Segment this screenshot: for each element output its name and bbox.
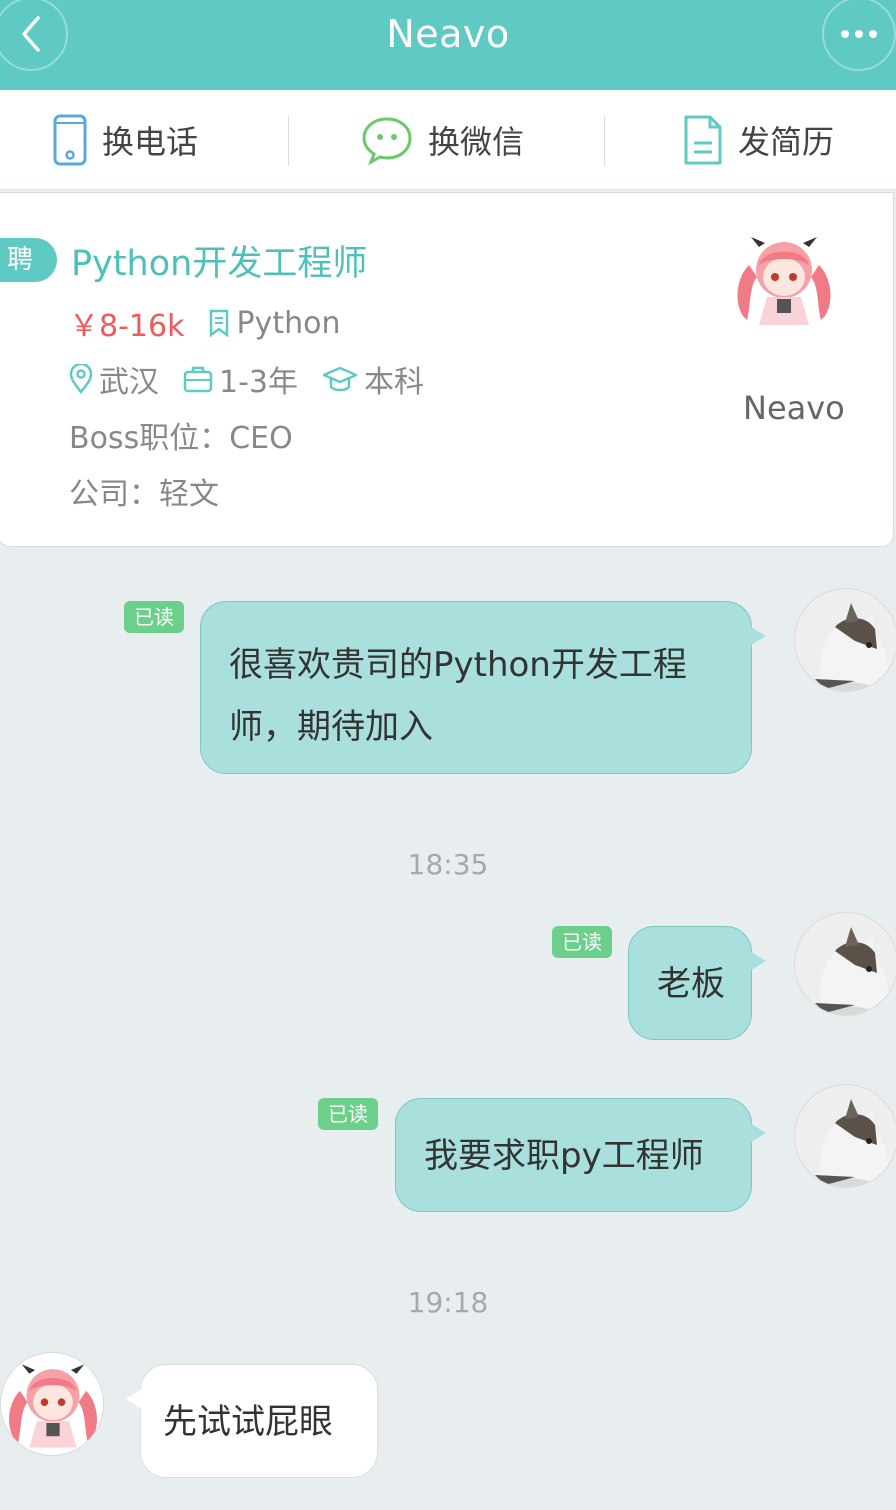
skill-tag: Python xyxy=(236,305,341,341)
cat-avatar-icon xyxy=(795,589,896,691)
message-text: 我要求职py工程师 xyxy=(424,1136,704,1176)
send-resume-button[interactable]: 发简历 xyxy=(682,90,834,190)
resume-icon xyxy=(684,115,722,165)
education: 本科 xyxy=(364,365,424,400)
message-text: 很喜欢贵司的Python开发工程 xyxy=(229,645,687,685)
job-title: Python开发工程师 xyxy=(71,244,368,284)
location: 武汉 xyxy=(99,365,159,400)
read-badge: 已读 xyxy=(552,926,612,958)
company: 公司：轻文 xyxy=(69,477,219,512)
boss-chat-avatar[interactable] xyxy=(0,1352,104,1456)
exchange-phone-label: 换电话 xyxy=(102,123,199,161)
graduation-cap-icon xyxy=(322,365,358,393)
boss-position: Boss职位：CEO xyxy=(69,421,293,456)
more-button[interactable] xyxy=(822,0,896,71)
anime-girl-avatar-icon xyxy=(737,237,831,325)
cat-avatar-icon xyxy=(795,913,896,1015)
divider xyxy=(288,116,289,166)
page-title: Neavo xyxy=(386,12,510,56)
job-card[interactable]: 聘 Python开发工程师 ￥8-16k Python 武汉 1-3年 本科 B… xyxy=(0,192,894,547)
send-resume-label: 发简历 xyxy=(738,123,835,161)
bookmark-icon xyxy=(208,309,230,337)
boss-avatar[interactable] xyxy=(729,225,839,335)
timestamp: 18:35 xyxy=(407,848,489,881)
message-bubble[interactable]: 老板 xyxy=(628,926,766,1040)
boss-name: Neavo xyxy=(743,389,845,427)
location-pin-icon xyxy=(69,364,93,394)
exchange-wechat-button[interactable]: 换微信 xyxy=(360,90,524,190)
exchange-wechat-label: 换微信 xyxy=(428,123,525,161)
hiring-tag: 聘 xyxy=(0,238,57,282)
requirements-row: 武汉 1-3年 本科 xyxy=(69,357,424,401)
read-badge: 已读 xyxy=(318,1098,378,1130)
more-dots-icon xyxy=(841,30,877,38)
briefcase-icon xyxy=(183,365,213,393)
message-text: 师，期待加入 xyxy=(229,707,433,747)
message-text: 老板 xyxy=(657,964,725,1004)
phone-icon xyxy=(53,114,87,166)
salary-row: ￥8-16k Python xyxy=(69,301,340,345)
user-avatar[interactable] xyxy=(794,588,896,692)
cat-avatar-icon xyxy=(795,1085,896,1187)
divider xyxy=(604,116,605,166)
top-bar: Neavo xyxy=(0,0,896,90)
message-text: 先试试屁眼 xyxy=(163,1402,333,1442)
message-bubble[interactable]: 先试试屁眼 xyxy=(126,1364,378,1478)
anime-girl-avatar-icon xyxy=(1,1353,103,1455)
read-badge: 已读 xyxy=(124,601,184,633)
message-bubble[interactable]: 我要求职py工程师 xyxy=(395,1098,766,1212)
user-avatar[interactable] xyxy=(794,1084,896,1188)
exchange-phone-button[interactable]: 换电话 xyxy=(52,90,198,190)
message-bubble[interactable]: 很喜欢贵司的Python开发工程 师，期待加入 xyxy=(200,601,766,774)
wechat-icon xyxy=(362,117,412,165)
user-avatar[interactable] xyxy=(794,912,896,1016)
salary: ￥8-16k xyxy=(69,309,185,344)
action-bar: 换电话 换微信 发简历 xyxy=(0,90,896,190)
experience: 1-3年 xyxy=(219,365,298,400)
timestamp: 19:18 xyxy=(407,1286,489,1319)
